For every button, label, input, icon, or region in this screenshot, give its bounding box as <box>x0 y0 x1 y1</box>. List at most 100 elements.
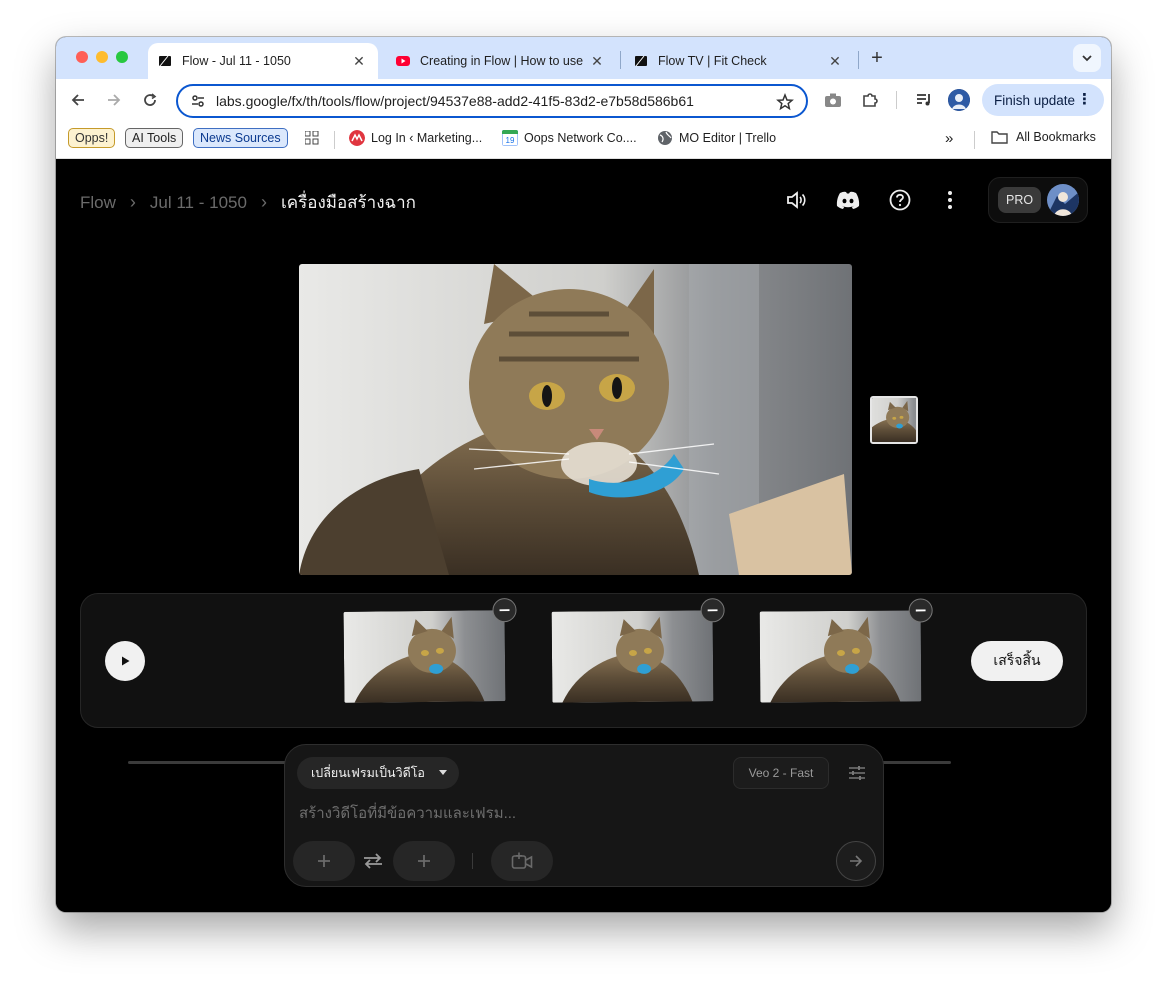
bookmark-chip-ai-tools[interactable]: AI Tools <box>125 128 184 148</box>
tab-divider <box>858 51 859 69</box>
media-controls-button[interactable] <box>913 89 935 111</box>
remove-clip-button[interactable] <box>908 598 933 623</box>
calendar-favicon-icon: 19 <box>502 130 518 146</box>
tab-close-icon[interactable]: ✕ <box>826 53 844 70</box>
apps-grid-icon <box>305 131 319 145</box>
bookmark-link-oops-network[interactable]: 19 Oops Network Co.... <box>502 130 637 146</box>
done-button[interactable]: เสร็จสิ้น <box>971 641 1063 681</box>
browser-tab-flow[interactable]: Flow - Jul 11 - 1050 ✕ <box>148 43 378 79</box>
svg-text:19: 19 <box>506 136 515 145</box>
apps-grid-button[interactable] <box>305 131 319 145</box>
settings-sliders-icon[interactable] <box>847 763 867 783</box>
address-bar[interactable]: labs.google/fx/th/tools/flow/project/945… <box>176 84 808 118</box>
tab-title: Creating in Flow | How to use <box>420 54 584 68</box>
browser-tab-creating-in-flow[interactable]: Creating in Flow | How to use ✕ <box>386 43 616 79</box>
prompt-input[interactable] <box>299 801 859 825</box>
bookmarks-overflow-button[interactable]: » <box>945 130 953 147</box>
swap-frames-button[interactable] <box>361 851 385 871</box>
mode-select[interactable]: เปลี่ยนเฟรมเป็นวิดีโอ <box>297 757 459 789</box>
volume-icon <box>787 191 806 209</box>
add-last-frame-button[interactable] <box>393 841 455 881</box>
timeline-clip-1[interactable] <box>344 598 517 703</box>
extensions-button[interactable] <box>859 89 881 111</box>
bookmark-star-icon[interactable] <box>776 93 794 111</box>
remove-clip-button[interactable] <box>700 598 725 623</box>
site-settings-icon[interactable] <box>190 93 206 109</box>
more-options-button[interactable] <box>937 187 963 213</box>
all-bookmarks-button[interactable]: All Bookmarks <box>991 130 1096 144</box>
account-menu[interactable]: PRO <box>988 177 1088 223</box>
send-button[interactable] <box>836 841 876 881</box>
tab-title: Flow - Jul 11 - 1050 <box>182 54 291 68</box>
play-button[interactable] <box>105 641 145 681</box>
bookmark-chip-opps[interactable]: Opps! <box>68 128 116 148</box>
remove-clip-button[interactable] <box>492 598 517 623</box>
toolbar-divider <box>896 91 897 109</box>
discord-button[interactable] <box>835 187 861 213</box>
back-button[interactable] <box>67 89 89 111</box>
breadcrumb: Flow › Jul 11 - 1050 › เครื่องมือสร้างฉา… <box>80 189 416 216</box>
bookmark-link-marketing[interactable]: Log In ‹ Marketing... <box>349 130 482 146</box>
help-icon <box>889 189 911 211</box>
bookmark-link-trello[interactable]: MO Editor | Trello <box>657 130 776 146</box>
browser-toolbar: labs.google/fx/th/tools/flow/project/945… <box>56 79 1111 121</box>
user-avatar-icon <box>1047 184 1079 216</box>
minimize-window-button[interactable] <box>96 51 108 63</box>
minus-icon <box>499 609 510 612</box>
tab-search-button[interactable] <box>1073 44 1101 72</box>
volume-button[interactable] <box>783 187 809 213</box>
puzzle-icon <box>863 93 878 107</box>
flow-favicon-icon <box>635 55 647 67</box>
flow-scenebuilder-page: Flow › Jul 11 - 1050 › เครื่องมือสร้างฉา… <box>56 159 1111 912</box>
help-button[interactable] <box>887 187 913 213</box>
page-title: เครื่องมือสร้างฉาก <box>280 193 416 212</box>
frame-thumbnail[interactable] <box>870 396 918 444</box>
tab-strip: Flow - Jul 11 - 1050 ✕ Creating in Flow … <box>56 37 1111 79</box>
prompt-composer: เปลี่ยนเฟรมเป็นวิดีโอ Veo 2 - Fast <box>284 744 884 887</box>
timeline-clip-2[interactable] <box>552 598 725 702</box>
add-video-button[interactable] <box>491 841 553 881</box>
chevron-right-icon: › <box>260 192 267 212</box>
chevron-right-icon: › <box>129 192 136 212</box>
bookmarks-bar: Opps! AI Tools News Sources Log In ‹ Mar… <box>56 121 1111 159</box>
new-tab-button[interactable]: + <box>866 47 888 70</box>
scene-timeline: เสร็จสิ้น <box>80 593 1087 728</box>
tab-close-icon[interactable]: ✕ <box>588 53 606 70</box>
screenshot-button[interactable] <box>822 89 844 111</box>
bookmarks-divider <box>974 131 975 149</box>
breadcrumb-item-flow[interactable]: Flow <box>80 193 116 213</box>
marketing-favicon-icon <box>349 130 365 146</box>
browser-tab-flow-tv[interactable]: Flow TV | Fit Check ✕ <box>624 43 854 79</box>
bookmark-label: MO Editor | Trello <box>679 131 777 145</box>
cat-clip-image <box>760 610 922 702</box>
queue-music-icon <box>917 94 930 106</box>
folder-icon <box>991 131 1008 144</box>
cat-clip-image <box>552 610 714 702</box>
pro-badge: PRO <box>998 187 1042 213</box>
zoom-window-button[interactable] <box>116 51 128 63</box>
profile-avatar-icon <box>948 89 970 111</box>
bookmark-label: Oops Network Co.... <box>524 131 637 145</box>
avatar[interactable] <box>1047 184 1079 216</box>
close-window-button[interactable] <box>76 51 88 63</box>
more-vert-icon <box>948 191 952 209</box>
cat-thumbnail-image <box>872 398 916 442</box>
reload-button[interactable] <box>139 89 161 111</box>
breadcrumb-item-project[interactable]: Jul 11 - 1050 <box>150 193 247 213</box>
plus-icon <box>318 855 330 867</box>
mode-select-label: เปลี่ยนเฟรมเป็นวิดีโอ <box>311 766 425 780</box>
profile-avatar-button[interactable] <box>948 89 970 111</box>
chevron-down-icon <box>1082 55 1092 62</box>
timeline-clip-3[interactable] <box>760 598 933 702</box>
tab-close-icon[interactable]: ✕ <box>350 53 368 70</box>
model-select[interactable]: Veo 2 - Fast <box>733 757 829 789</box>
plus-icon <box>418 855 430 867</box>
forward-button[interactable] <box>103 89 125 111</box>
minus-icon <box>707 609 718 612</box>
flow-favicon-icon <box>159 55 171 67</box>
camera-icon <box>825 93 841 107</box>
bookmark-chip-news-sources[interactable]: News Sources <box>193 128 288 148</box>
bookmarks-divider <box>334 131 335 149</box>
finish-update-button[interactable]: Finish update ⋮ <box>982 84 1104 116</box>
add-first-frame-button[interactable] <box>293 841 355 881</box>
